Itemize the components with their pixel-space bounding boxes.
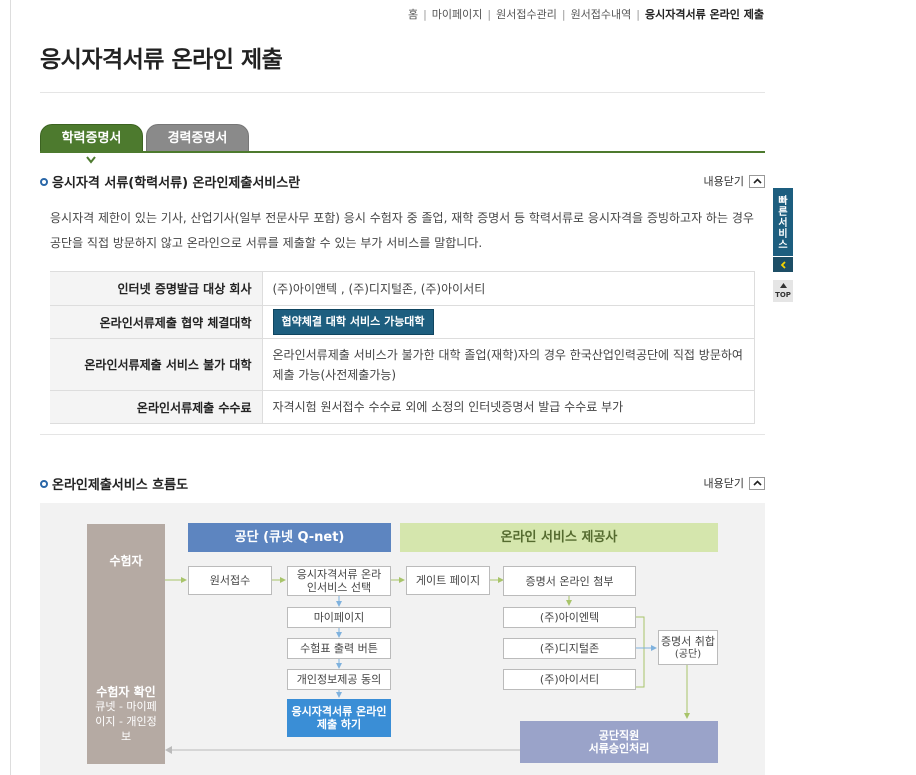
flow-subject-label: 수험자 bbox=[109, 554, 143, 568]
flow-subject-confirm-sub: 큐넷 - 마이페이지 - 개인정보 bbox=[95, 700, 157, 743]
flow-collect-cert-sub: (공단) bbox=[674, 648, 702, 660]
flow-step-attach-cert: 증명서 온라인 첨부 bbox=[503, 566, 636, 596]
flow-step-apply: 원서접수 bbox=[188, 566, 272, 595]
flow-company-3: (주)아이서티 bbox=[503, 669, 636, 690]
flow-step-privacy-consent: 개인정보제공 동의 bbox=[287, 669, 391, 690]
quick-service-menu: 빠른서비스 TOP bbox=[773, 188, 793, 302]
flow-step-submit-online: 응시자격서류 온라인 제출 하기 bbox=[287, 699, 391, 737]
flow-collect-cert: 증명서 취합 (공단) bbox=[658, 630, 718, 665]
quick-service-button[interactable]: 빠른서비스 bbox=[773, 188, 793, 256]
flow-step-print-ticket: 수험표 출력 버튼 bbox=[287, 638, 391, 659]
flow-step-select-service: 응시자격서류 온라인서비스 선택 bbox=[287, 566, 391, 596]
flow-collect-cert-label: 증명서 취합 bbox=[660, 634, 716, 648]
flow-staff-approval-line2: 서류승인처리 bbox=[588, 742, 650, 755]
flow-step-mypage: 마이페이지 bbox=[287, 607, 391, 628]
arrow-up-icon bbox=[779, 283, 787, 288]
flow-subject: 수험자 수험자 확인 큐넷 - 마이페이지 - 개인정보 bbox=[87, 524, 165, 764]
flow-header-provider: 온라인 서비스 제공사 bbox=[400, 523, 718, 552]
scroll-top-button[interactable]: TOP bbox=[773, 280, 793, 302]
flow-company-2: (주)디지털존 bbox=[503, 638, 636, 659]
flow-staff-approval: 공단직원 서류승인처리 bbox=[520, 721, 718, 763]
flow-subject-confirm: 수험자 확인 bbox=[96, 685, 156, 699]
quick-service-label: 빠른서비스 bbox=[778, 196, 788, 251]
flow-staff-approval-line1: 공단직원 bbox=[598, 729, 640, 742]
flow-header-gongdan: 공단 (큐넷 Q-net) bbox=[188, 523, 391, 552]
flow-company-1: (주)아이엔텍 bbox=[503, 607, 636, 628]
flow-step-gateway: 게이트 페이지 bbox=[406, 566, 490, 595]
scroll-top-label: TOP bbox=[775, 291, 791, 299]
chevron-left-icon[interactable] bbox=[773, 256, 793, 272]
